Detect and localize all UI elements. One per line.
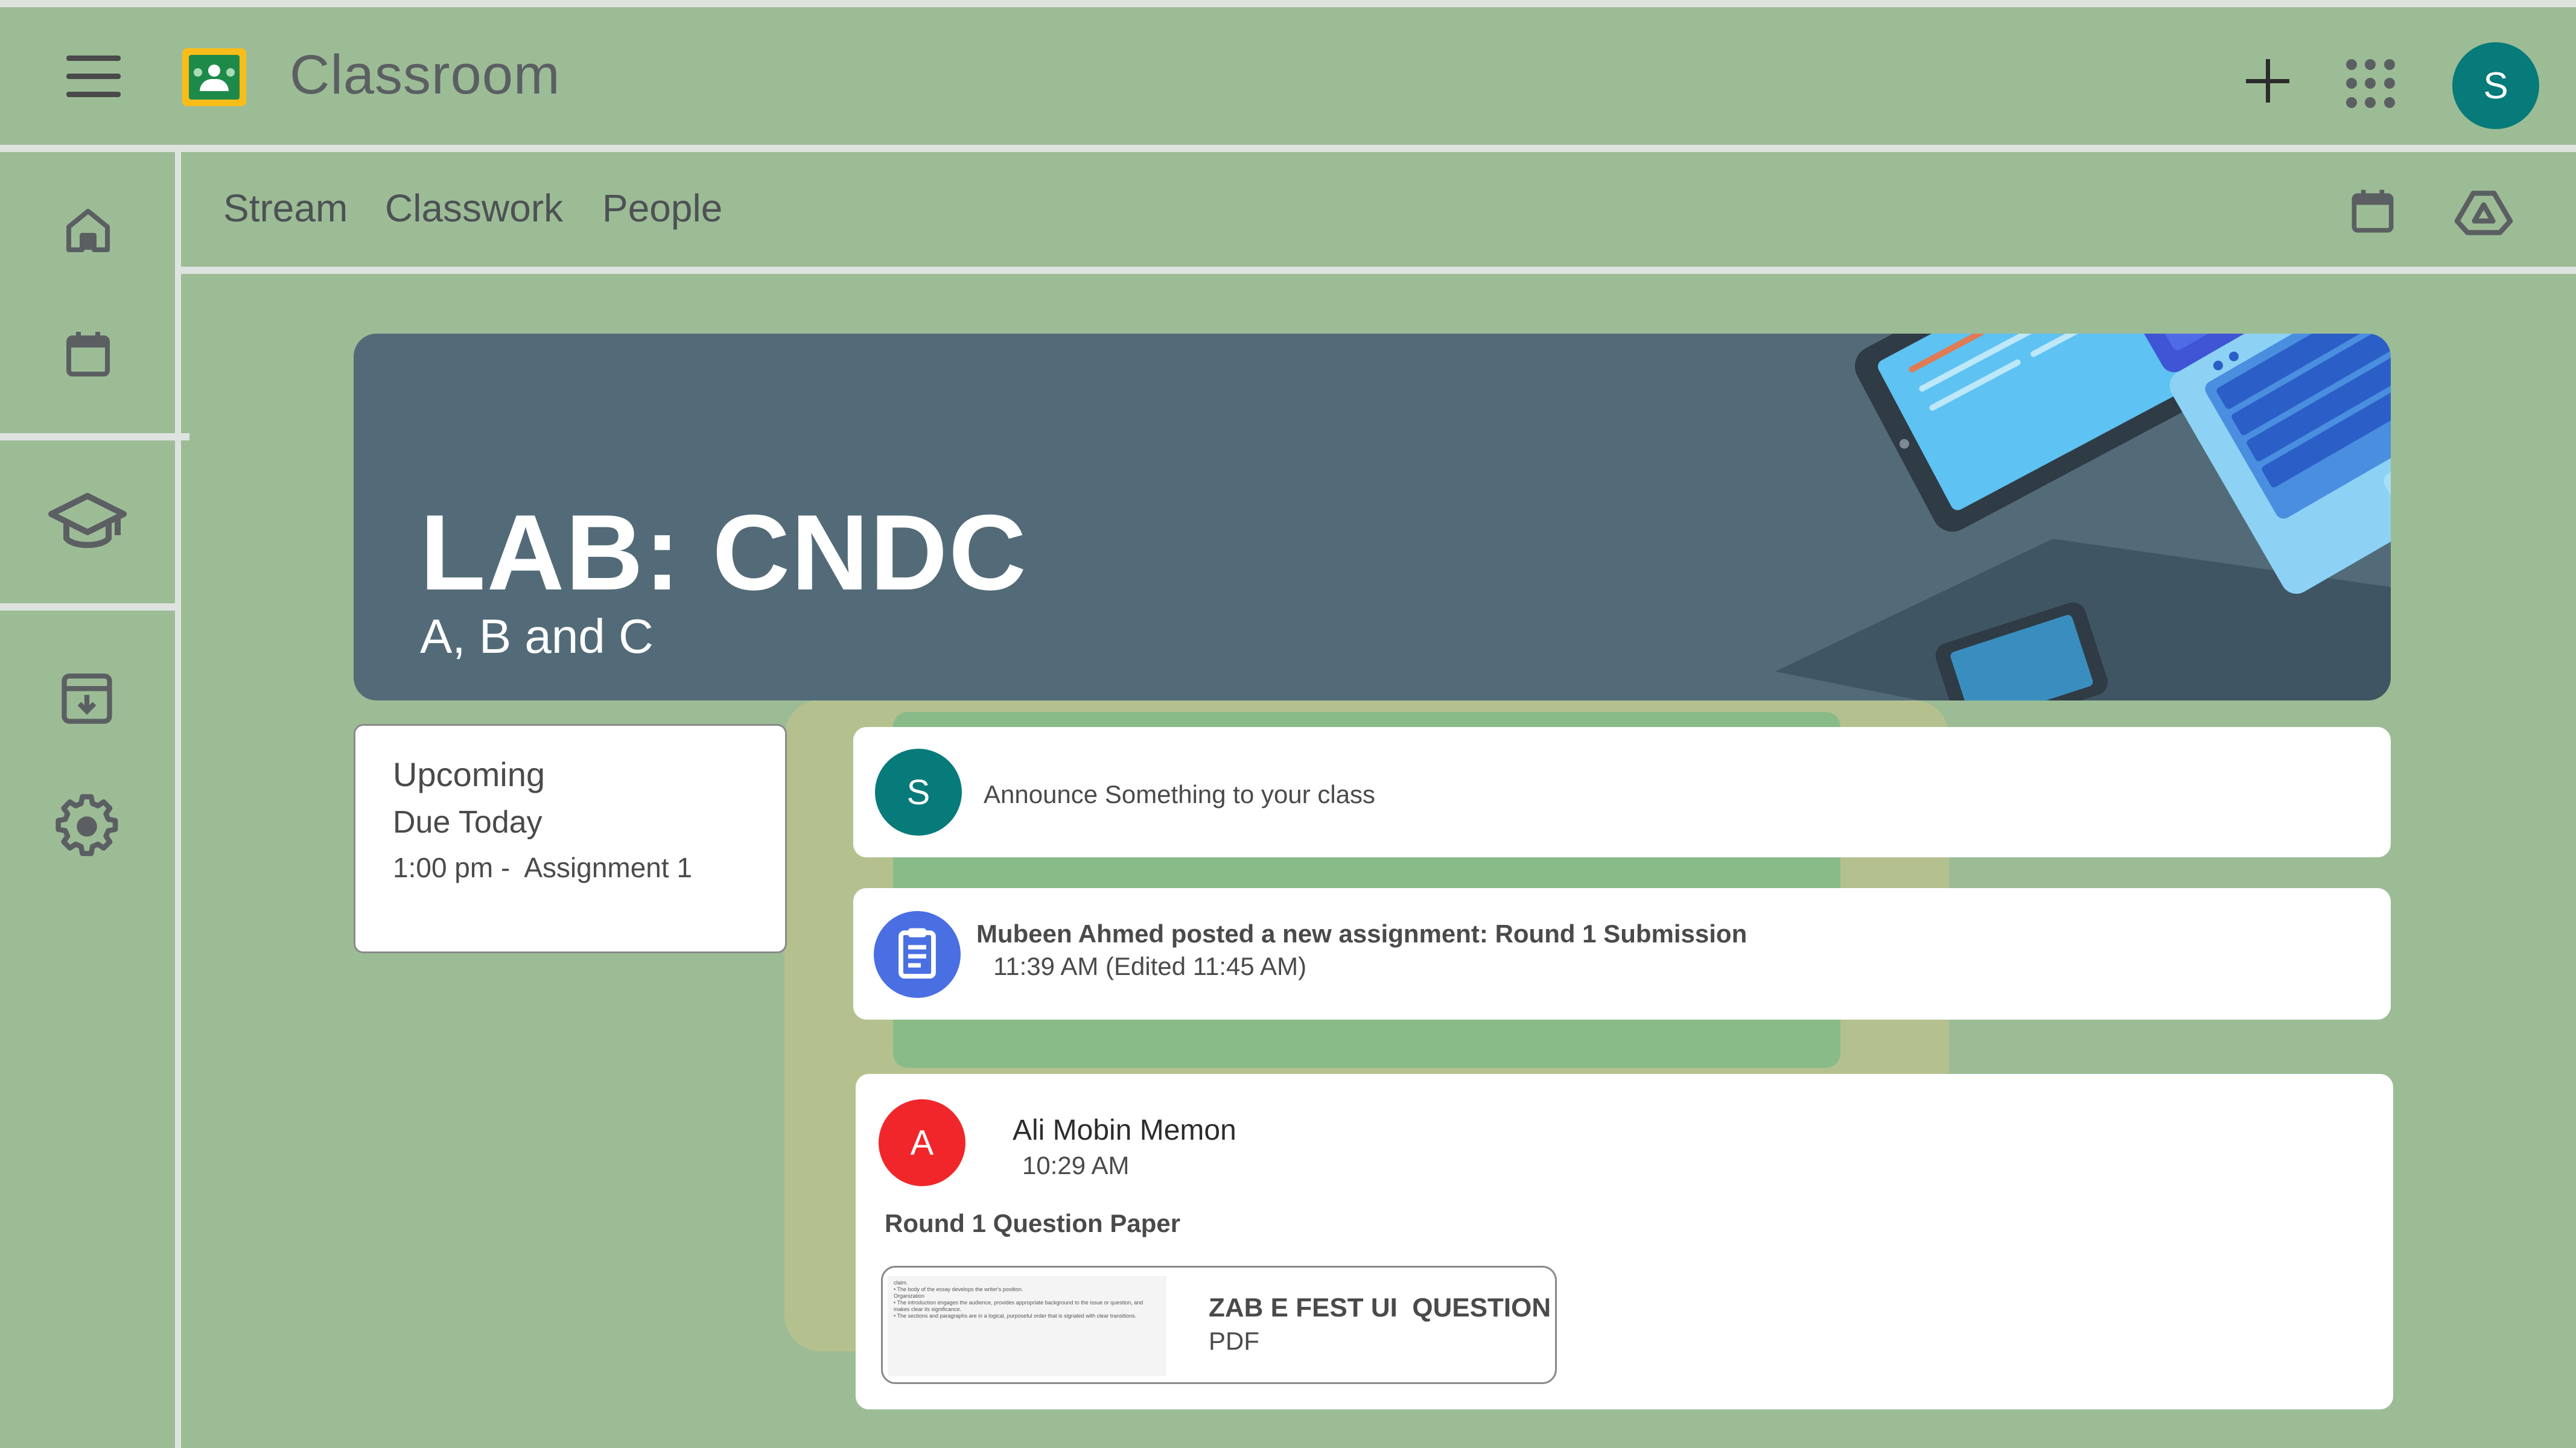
apps-grid-icon[interactable] (2346, 59, 2397, 110)
menu-icon[interactable] (66, 56, 121, 98)
upcoming-title: Upcoming (393, 755, 545, 793)
top-app-bar: Classroom S (0, 7, 2576, 145)
graduation-cap-icon[interactable] (48, 490, 127, 556)
app-title[interactable]: Classroom (290, 43, 561, 107)
calendar-icon[interactable] (2345, 184, 2400, 240)
gear-icon[interactable] (53, 792, 121, 859)
avatar: A (879, 1099, 965, 1186)
due-today-label: Due Today (393, 805, 542, 840)
tab-classwork[interactable]: Classwork (385, 186, 563, 230)
stream-post: A Ali Mobin Memon 10:29 AM Round 1 Quest… (856, 1074, 2393, 1409)
attachment-card[interactable]: claim. • The body of the essay develops … (881, 1266, 1557, 1384)
sidebar-divider (175, 152, 181, 1448)
class-section: A, B and C (420, 609, 654, 663)
class-title: LAB: CNDC (420, 492, 1028, 612)
assignment-post[interactable]: Mubeen Ahmed posted a new assignment: Ro… (853, 888, 2391, 1020)
upcoming-assignment-link[interactable]: 1:00 pm - Assignment 1 (393, 851, 692, 884)
home-icon[interactable] (59, 202, 117, 259)
archive-icon[interactable] (57, 668, 117, 729)
avatar: S (875, 749, 962, 836)
top-border (0, 0, 2576, 7)
attachment-thumbnail: claim. • The body of the essay develops … (888, 1276, 1166, 1376)
sidebar-separator (0, 433, 189, 440)
announce-box[interactable]: S Announce Something to your class (853, 727, 2391, 857)
post-text: Round 1 Question Paper (885, 1209, 1181, 1237)
account-avatar[interactable]: S (2452, 42, 2539, 129)
attachment-thumbnail-text: claim. • The body of the essay develops … (894, 1280, 1143, 1319)
calendar-icon[interactable] (59, 326, 117, 384)
sidebar-separator (0, 603, 175, 611)
assignment-title: Mubeen Ahmed posted a new assignment: Ro… (976, 919, 1748, 948)
assignment-time: 11:39 AM (Edited 11:45 AM) (993, 952, 1307, 980)
assignment-clipboard-icon (874, 911, 961, 998)
divider (0, 145, 2576, 152)
attachment-type: PDF (1209, 1327, 1259, 1355)
class-banner: LAB: CNDC A, B and C (354, 334, 2391, 700)
devices-illustration (1775, 334, 2391, 700)
tab-stream[interactable]: Stream (223, 186, 348, 230)
classroom-logo-icon[interactable] (182, 48, 246, 106)
announce-placeholder[interactable]: Announce Something to your class (984, 780, 1375, 809)
attachment-name: ZAB E FEST UI QUESTION (1209, 1293, 1551, 1323)
drive-icon[interactable] (2452, 184, 2515, 240)
tabs-divider (181, 267, 2576, 274)
plus-icon[interactable] (2246, 59, 2289, 103)
upcoming-card: Upcoming Due Today 1:00 pm - Assignment … (354, 724, 787, 953)
post-time: 10:29 AM (1022, 1151, 1130, 1180)
tab-people[interactable]: People (602, 186, 722, 230)
post-author: Ali Mobin Memon (1013, 1114, 1236, 1146)
